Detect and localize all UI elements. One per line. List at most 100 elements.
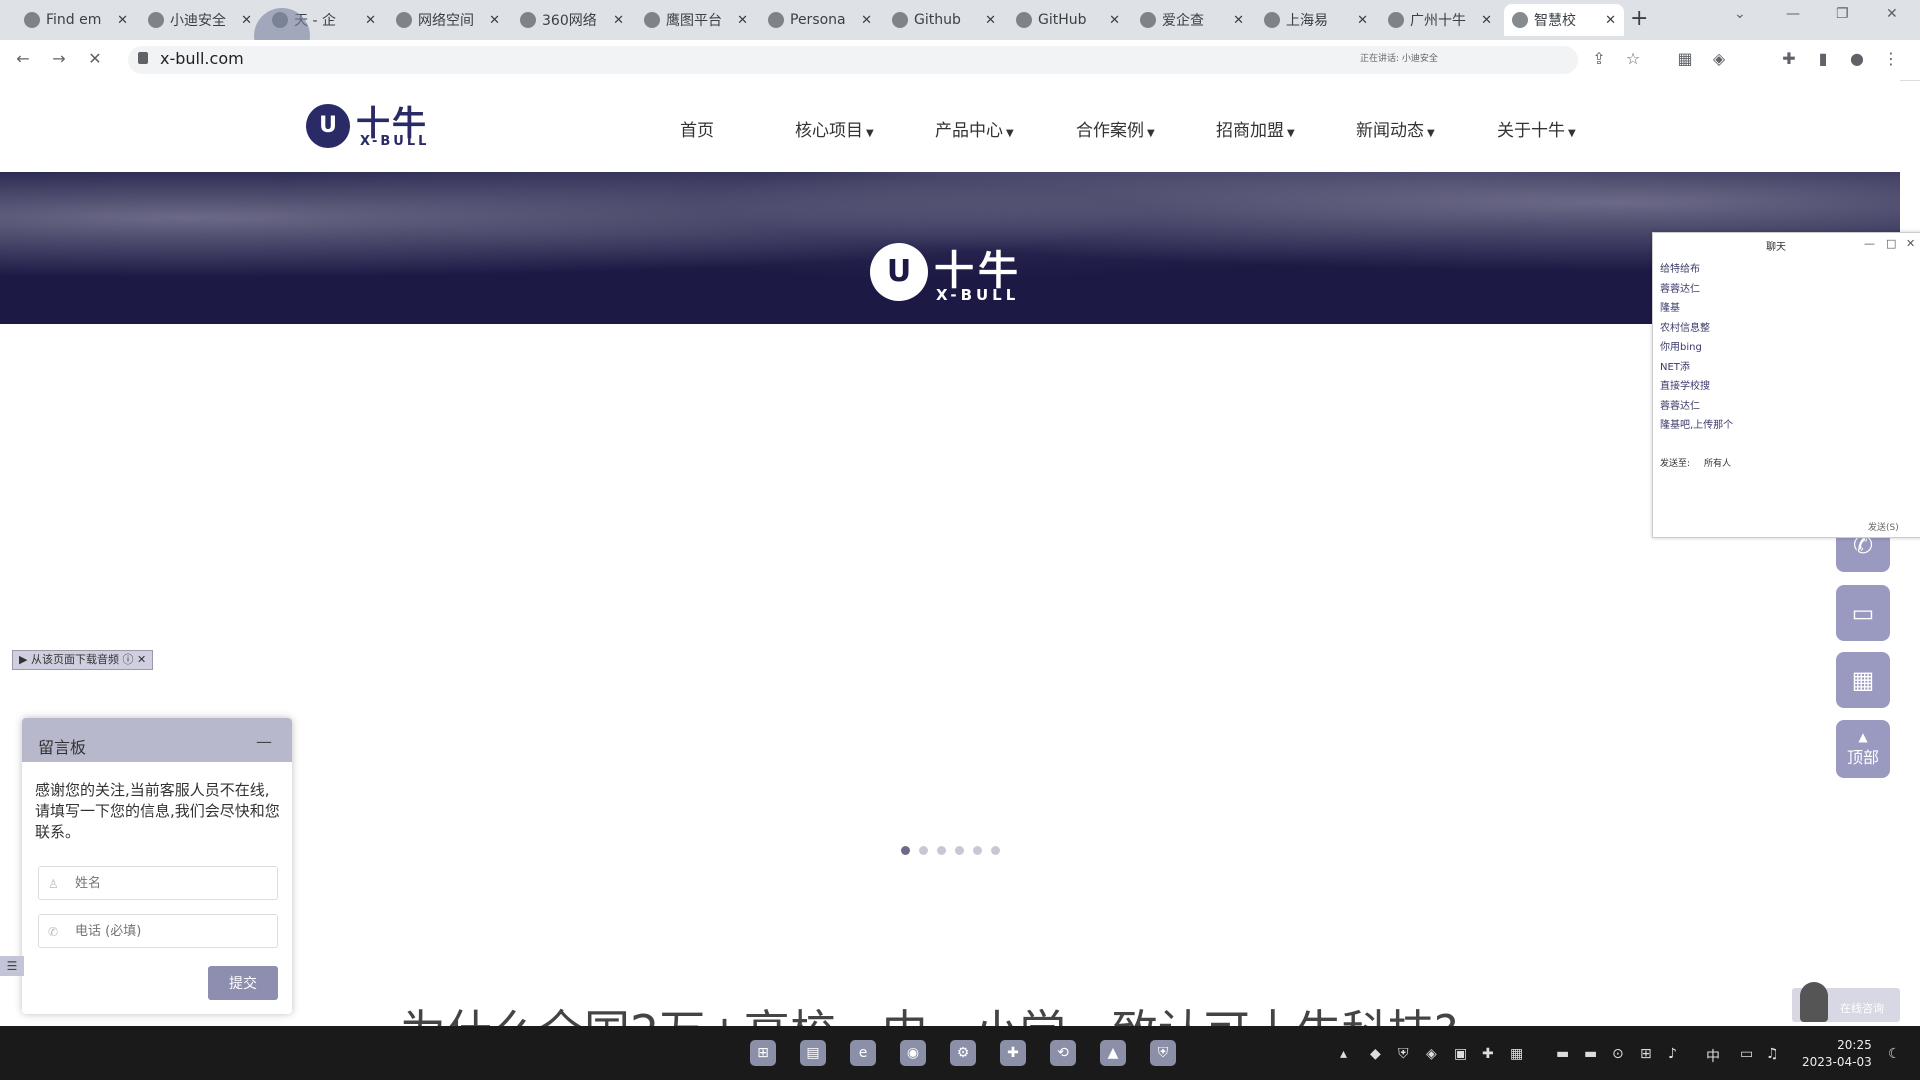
close-window-button[interactable]: ✕	[1886, 6, 1898, 22]
tab-close-icon[interactable]: ✕	[985, 13, 996, 28]
submit-button[interactable]: 提交	[208, 966, 278, 1000]
maximize-button[interactable]: ❐	[1836, 6, 1849, 22]
nav-item[interactable]: 新闻动态 ▼	[1356, 116, 1435, 141]
tab-close-icon[interactable]: ✕	[613, 13, 624, 28]
list-icon[interactable]: ☰	[0, 956, 24, 976]
nav-item[interactable]: 核心项目 ▼	[795, 116, 874, 141]
tab-close-icon[interactable]: ✕	[1605, 13, 1616, 28]
qr-code-button[interactable]: ▦	[1836, 652, 1890, 708]
tray-icon[interactable]: ▴	[1340, 1046, 1347, 1062]
browser-tab[interactable]: 鹰图平台 ✕	[636, 4, 756, 36]
menu-kebab-icon[interactable]: ⋮	[1882, 50, 1900, 68]
download-audio-prompt[interactable]: ▶ 从该页面下载音频 ⓘ ✕	[12, 650, 154, 670]
notification-icon[interactable]: ☾	[1888, 1046, 1901, 1062]
tab-close-icon[interactable]: ✕	[365, 13, 376, 28]
tab-title: 小迪安全	[170, 13, 226, 29]
tab-close-icon[interactable]: ✕	[241, 13, 252, 28]
extension-icon[interactable]: ◈	[1710, 50, 1728, 68]
nav-item[interactable]: 关于十牛 ▼	[1497, 116, 1576, 141]
browser-tab[interactable]: GitHub ✕	[1008, 4, 1128, 36]
lock-icon[interactable]	[138, 52, 148, 64]
chat-message: 蓉蓉达仁	[1660, 283, 1700, 295]
browser-tab[interactable]: Find em ✕	[16, 4, 136, 36]
extensions-puzzle-icon[interactable]: ✚	[1780, 50, 1798, 68]
nav-item[interactable]: 产品中心 ▼	[935, 116, 1014, 141]
phone-input[interactable]	[38, 914, 278, 948]
tab-close-icon[interactable]: ✕	[1357, 13, 1368, 28]
carousel-dot[interactable]	[901, 846, 910, 855]
tab-close-icon[interactable]: ✕	[117, 13, 128, 28]
carousel-dot[interactable]	[973, 846, 982, 855]
tray-icon[interactable]: ▬	[1584, 1046, 1597, 1062]
browser-tab[interactable]: 360网络 ✕	[512, 4, 632, 36]
share-icon[interactable]: ⇪	[1590, 50, 1608, 68]
app-icon[interactable]: ⟲	[1050, 1040, 1076, 1066]
back-icon[interactable]: ←	[14, 50, 32, 68]
carousel-dot[interactable]	[955, 846, 964, 855]
profile-icon[interactable]: ●	[1848, 50, 1866, 68]
nav-item[interactable]: 招商加盟 ▼	[1216, 116, 1295, 141]
input-method-indicator[interactable]: 中	[1706, 1046, 1720, 1066]
browser-tab[interactable]: 爱企查 ✕	[1132, 4, 1252, 36]
url-text[interactable]: x-bull.com	[160, 49, 244, 68]
tray-icon[interactable]: ▬	[1556, 1046, 1569, 1062]
start-icon[interactable]: ⊞	[750, 1040, 776, 1066]
minimize-icon[interactable]: —	[256, 732, 272, 751]
browser-tab[interactable]: 小迪安全 ✕	[140, 4, 260, 36]
security-shield-icon[interactable]: ⛨	[1150, 1040, 1176, 1066]
browser-tab[interactable]: 网络空间 ✕	[388, 4, 508, 36]
side-panel-icon[interactable]: ▮	[1814, 50, 1832, 68]
photos-icon[interactable]: ▲	[1100, 1040, 1126, 1066]
chat-send-button[interactable]: 发送(S)	[1868, 520, 1899, 533]
chrome-browser-icon[interactable]: ◉	[900, 1040, 926, 1066]
forward-icon[interactable]: →	[50, 50, 68, 68]
browser-tab[interactable]: Persona ✕	[760, 4, 880, 36]
tab-close-icon[interactable]: ✕	[861, 13, 872, 28]
tab-close-icon[interactable]: ✕	[1109, 13, 1120, 28]
tab-close-icon[interactable]: ✕	[1481, 13, 1492, 28]
bookmark-star-icon[interactable]: ☆	[1624, 50, 1642, 68]
tab-close-icon[interactable]: ✕	[737, 13, 748, 28]
edge-browser-icon[interactable]: e	[850, 1040, 876, 1066]
extension-icon[interactable]: ▦	[1676, 50, 1694, 68]
app-icon[interactable]: ✚	[1000, 1040, 1026, 1066]
file-explorer-icon[interactable]: ▤	[800, 1040, 826, 1066]
tab-close-icon[interactable]: ✕	[489, 13, 500, 28]
carousel-dot[interactable]	[919, 846, 928, 855]
tray-icon[interactable]: ▣	[1454, 1046, 1467, 1062]
nav-item[interactable]: 首页	[680, 116, 714, 141]
tray-icon[interactable]: ▦	[1510, 1046, 1523, 1062]
back-to-top-label: 顶部	[1846, 748, 1879, 767]
carousel-dot[interactable]	[937, 846, 946, 855]
browser-tab[interactable]: Github ✕	[884, 4, 1004, 36]
stop-loading-icon[interactable]: ✕	[86, 50, 104, 68]
message-button[interactable]: ▭	[1836, 585, 1890, 641]
network-icon[interactable]: ▭	[1740, 1046, 1753, 1062]
tray-icon[interactable]: ⊞	[1640, 1046, 1652, 1062]
tray-icon[interactable]: ◈	[1426, 1046, 1437, 1062]
microphone-icon[interactable]: ♪	[1668, 1046, 1677, 1062]
browser-tab[interactable]: 广州十牛 ✕	[1380, 4, 1500, 36]
tray-icon[interactable]: ⊙	[1612, 1046, 1624, 1062]
chat-close-icon[interactable]: ✕	[1906, 237, 1915, 250]
new-tab-button[interactable]: +	[1630, 6, 1648, 31]
audience-select[interactable]: 所有人	[1704, 456, 1731, 469]
browser-tab[interactable]: 智慧校 ✕	[1504, 4, 1624, 36]
chat-minimize-icon[interactable]: —	[1864, 237, 1875, 250]
steam-icon[interactable]: ⚙	[950, 1040, 976, 1066]
carousel-dot[interactable]	[991, 846, 1000, 855]
site-logo-icon[interactable]: U	[306, 104, 350, 148]
minimize-button[interactable]: —	[1786, 6, 1800, 22]
volume-icon[interactable]: ♫	[1766, 1046, 1779, 1062]
chat-maximize-icon[interactable]: □	[1886, 237, 1896, 250]
system-clock[interactable]: 20:25 2023-04-03	[1802, 1037, 1872, 1071]
tray-icon[interactable]: ✚	[1482, 1046, 1494, 1062]
tab-close-icon[interactable]: ✕	[1233, 13, 1244, 28]
tray-icon[interactable]: ◆	[1370, 1046, 1381, 1062]
nav-item[interactable]: 合作案例 ▼	[1076, 116, 1155, 141]
name-input[interactable]	[38, 866, 278, 900]
back-to-top-button[interactable]: ▲ 顶部	[1836, 720, 1890, 778]
tab-search-icon[interactable]: ⌄	[1734, 6, 1746, 22]
browser-tab[interactable]: 上海易 ✕	[1256, 4, 1376, 36]
tray-icon[interactable]: ⛨	[1398, 1046, 1409, 1062]
